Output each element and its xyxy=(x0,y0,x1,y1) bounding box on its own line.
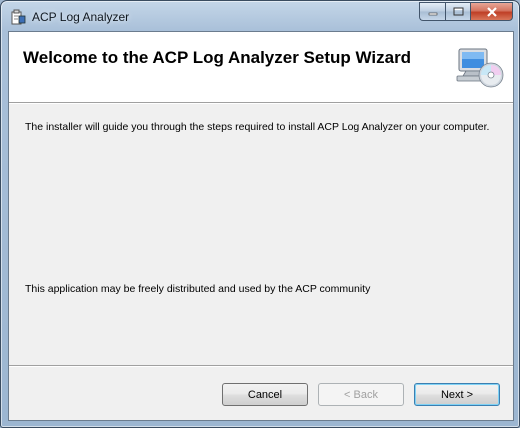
installer-window: ACP Log Analyzer Welcome to the ACP Log … xyxy=(0,0,520,428)
minimize-button[interactable] xyxy=(419,2,445,21)
close-button[interactable] xyxy=(470,2,513,21)
window-title: ACP Log Analyzer xyxy=(32,10,130,24)
button-separator-highlight xyxy=(9,366,513,367)
wizard-banner: Welcome to the ACP Log Analyzer Setup Wi… xyxy=(9,32,513,103)
intro-text: The installer will guide you through the… xyxy=(25,121,490,133)
maximize-icon xyxy=(453,7,463,16)
caption-buttons xyxy=(419,2,513,21)
back-button[interactable]: < Back xyxy=(318,383,404,406)
wizard-client-area: Welcome to the ACP Log Analyzer Setup Wi… xyxy=(8,31,514,421)
cancel-button[interactable]: Cancel xyxy=(222,383,308,406)
minimize-icon xyxy=(428,12,437,15)
title-bar[interactable]: ACP Log Analyzer xyxy=(1,1,519,31)
next-button[interactable]: Next > xyxy=(414,383,500,406)
maximize-button[interactable] xyxy=(445,2,470,21)
computer-cd-icon xyxy=(456,48,504,88)
wizard-title: Welcome to the ACP Log Analyzer Setup Wi… xyxy=(23,48,412,67)
installer-app-icon xyxy=(11,9,26,25)
close-icon xyxy=(486,6,497,17)
distribution-text: This application may be freely distribut… xyxy=(25,283,371,295)
banner-separator xyxy=(9,103,513,104)
